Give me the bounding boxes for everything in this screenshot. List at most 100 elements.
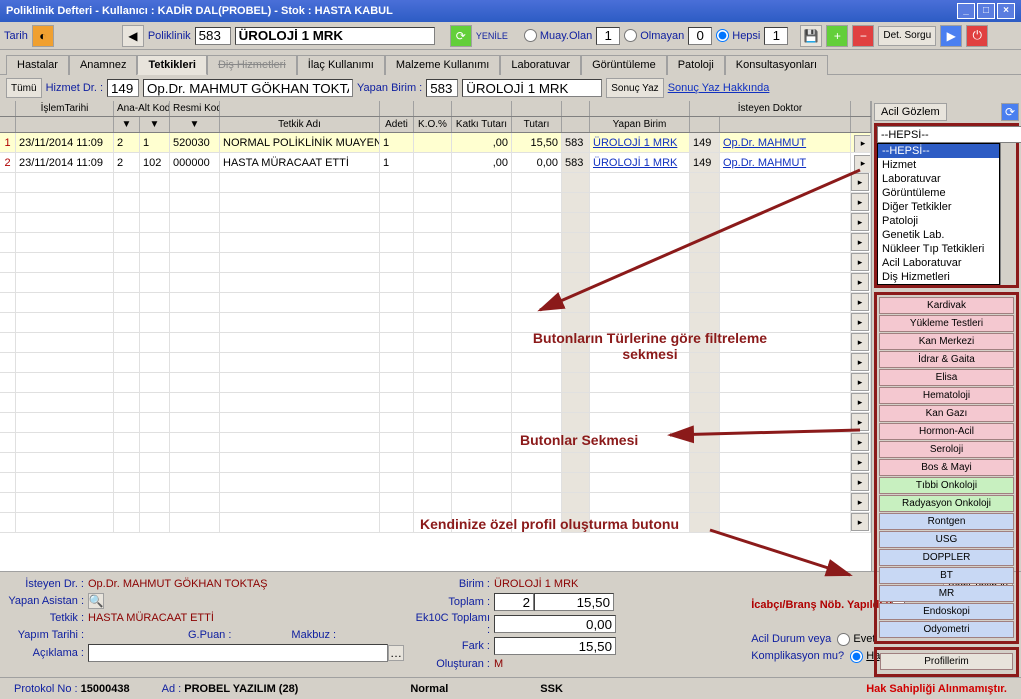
row-action-icon[interactable]: ▸ [854, 135, 871, 153]
profillerim-button[interactable]: Profillerim [880, 653, 1013, 670]
kaydet-icon[interactable]: 💾 [800, 25, 822, 47]
tab-patoloji[interactable]: Patoloji [667, 55, 725, 75]
tab-hastalar[interactable]: Hastalar [6, 55, 69, 75]
category-button[interactable]: Kan Merkezi [879, 333, 1014, 350]
sonuc-yaz-hakkinda-link[interactable]: Sonuç Yaz Hakkında [668, 82, 770, 94]
row-action-icon[interactable]: ▸ [851, 433, 869, 451]
scrollbar[interactable] [1000, 143, 1016, 285]
muay-olan-radio[interactable]: Muay.Olan [524, 29, 592, 42]
row-action-icon[interactable]: ▸ [851, 393, 869, 411]
tab-anamnez[interactable]: Anamnez [69, 55, 137, 75]
close-icon[interactable]: × [997, 3, 1015, 19]
tab-konsultasyonları[interactable]: Konsultasyonları [725, 55, 828, 75]
hizmet-dr-name[interactable] [143, 79, 353, 97]
category-button[interactable]: USG [879, 531, 1014, 548]
dd-item[interactable]: Görüntüleme [878, 186, 999, 200]
dd-item[interactable]: Patoloji [878, 214, 999, 228]
dd-item[interactable]: Diğer Tetkikler [878, 200, 999, 214]
play-icon[interactable]: ▶ [940, 25, 962, 47]
row-action-icon[interactable]: ▸ [851, 233, 869, 251]
det-sorgu-button[interactable]: Det. Sorgu [878, 26, 936, 46]
row-action-icon[interactable]: ▸ [851, 213, 869, 231]
yenile-icon[interactable]: ⟳ [450, 25, 472, 47]
tab-tetkikleri[interactable]: Tetkikleri [137, 55, 207, 75]
yapan-birim-name[interactable] [462, 79, 602, 97]
dd-item[interactable]: --HEPSİ-- [878, 144, 999, 158]
table-row[interactable]: 223/11/2014 11:092102000000HASTA MÜRACAA… [0, 153, 871, 173]
acil-gozlem-tab[interactable]: Acil Gözlem [874, 103, 947, 121]
row-action-icon[interactable]: ▸ [851, 513, 869, 531]
row-action-icon[interactable]: ▸ [854, 155, 871, 173]
poliklinik-label: Poliklinik [148, 30, 191, 42]
aciklama-input[interactable] [88, 644, 388, 662]
category-button[interactable]: BT [879, 567, 1014, 584]
category-button[interactable]: Rontgen [879, 513, 1014, 530]
olusturan-value: M [494, 658, 503, 670]
row-action-icon[interactable]: ▸ [851, 173, 869, 191]
category-button[interactable]: Radyasyon Onkoloji [879, 495, 1014, 512]
dd-item[interactable]: Nükleer Tıp Tetkikleri [878, 242, 999, 256]
tetkik-value: HASTA MÜRACAAT ETTİ [88, 612, 214, 624]
category-button[interactable]: Yükleme Testleri [879, 315, 1014, 332]
category-button[interactable]: MR [879, 585, 1014, 602]
category-button[interactable]: Tıbbi Onkoloji [879, 477, 1014, 494]
category-button[interactable]: Kan Gazı [879, 405, 1014, 422]
row-action-icon[interactable]: ▸ [851, 253, 869, 271]
row-action-icon[interactable]: ▸ [851, 413, 869, 431]
table-row[interactable]: 123/11/2014 11:0921520030NORMAL POLİKLİN… [0, 133, 871, 153]
row-action-icon[interactable]: ▸ [851, 193, 869, 211]
category-button[interactable]: Bos & Mayi [879, 459, 1014, 476]
minimize-icon[interactable]: _ [957, 3, 975, 19]
row-action-icon[interactable]: ▸ [851, 273, 869, 291]
row-action-icon[interactable]: ▸ [851, 293, 869, 311]
hepsi-radio[interactable]: Hepsi [716, 29, 760, 42]
cikis-icon[interactable]: ⏻ [966, 25, 988, 47]
tab-i̇laç-kullanımı[interactable]: İlaç Kullanımı [297, 55, 385, 75]
category-button[interactable]: Odyometri [879, 621, 1014, 638]
row-action-icon[interactable]: ▸ [851, 373, 869, 391]
category-button[interactable]: Kardivak [879, 297, 1014, 314]
tumu-button[interactable]: Tümü [6, 78, 42, 98]
row-action-icon[interactable]: ▸ [851, 313, 869, 331]
dd-item[interactable]: Hizmet [878, 158, 999, 172]
delete-icon[interactable]: − [852, 25, 874, 47]
tarih-picker-icon[interactable]: ◐ [32, 25, 54, 47]
dd-item[interactable]: Genetik Lab. [878, 228, 999, 242]
maximize-icon[interactable]: □ [977, 3, 995, 19]
filter-dropdown-input[interactable] [877, 126, 1021, 143]
asistan-lookup-icon[interactable]: 🔍 [88, 593, 104, 609]
prev-icon[interactable]: ◀ [122, 25, 144, 47]
dd-item[interactable]: Laboratuvar [878, 172, 999, 186]
tab-diş-hizmetleri[interactable]: Diş Hizmetleri [207, 55, 297, 75]
category-button[interactable]: Hematoloji [879, 387, 1014, 404]
row-action-icon[interactable]: ▸ [851, 333, 869, 351]
category-button[interactable]: Endoskopi [879, 603, 1014, 620]
protokol-value: 15000438 [81, 683, 130, 695]
poliklinik-name-input[interactable] [235, 27, 435, 45]
tab-malzeme-kullanımı[interactable]: Malzeme Kullanımı [385, 55, 501, 75]
dd-item[interactable]: Diş Hizmetleri [878, 270, 999, 284]
dd-item[interactable]: Acil Laboratuvar [878, 256, 999, 270]
category-button[interactable]: Seroloji [879, 441, 1014, 458]
tab-görüntüleme[interactable]: Görüntüleme [581, 55, 667, 75]
row-action-icon[interactable]: ▸ [851, 473, 869, 491]
row-action-icon[interactable]: ▸ [851, 453, 869, 471]
tab-laboratuvar[interactable]: Laboratuvar [500, 55, 581, 75]
row-action-icon[interactable]: ▸ [851, 493, 869, 511]
aciklama-expand-icon[interactable]: … [388, 645, 404, 661]
sonuc-yaz-button[interactable]: Sonuç Yaz [606, 78, 663, 98]
category-button[interactable]: İdrar & Gaita [879, 351, 1014, 368]
filter-dropdown-list[interactable]: --HEPSİ--HizmetLaboratuvarGörüntülemeDiğ… [877, 143, 1000, 285]
refresh-icon[interactable]: ⟳ [1001, 103, 1019, 121]
add-icon[interactable]: + [826, 25, 848, 47]
category-button[interactable]: Elisa [879, 369, 1014, 386]
category-button[interactable]: Hormon-Acil [879, 423, 1014, 440]
row-action-icon[interactable]: ▸ [851, 353, 869, 371]
yapan-birim-code[interactable] [426, 79, 458, 97]
olmayan-radio[interactable]: Olmayan [624, 29, 684, 42]
evet-radio[interactable]: Evet [837, 633, 875, 646]
hizmet-dr-code[interactable] [107, 79, 139, 97]
category-button[interactable]: DOPPLER [879, 549, 1014, 566]
sub-toolbar: Tümü Hizmet Dr. : Yapan Birim : Sonuç Ya… [0, 75, 1021, 101]
poliklinik-code-input[interactable] [195, 27, 231, 45]
